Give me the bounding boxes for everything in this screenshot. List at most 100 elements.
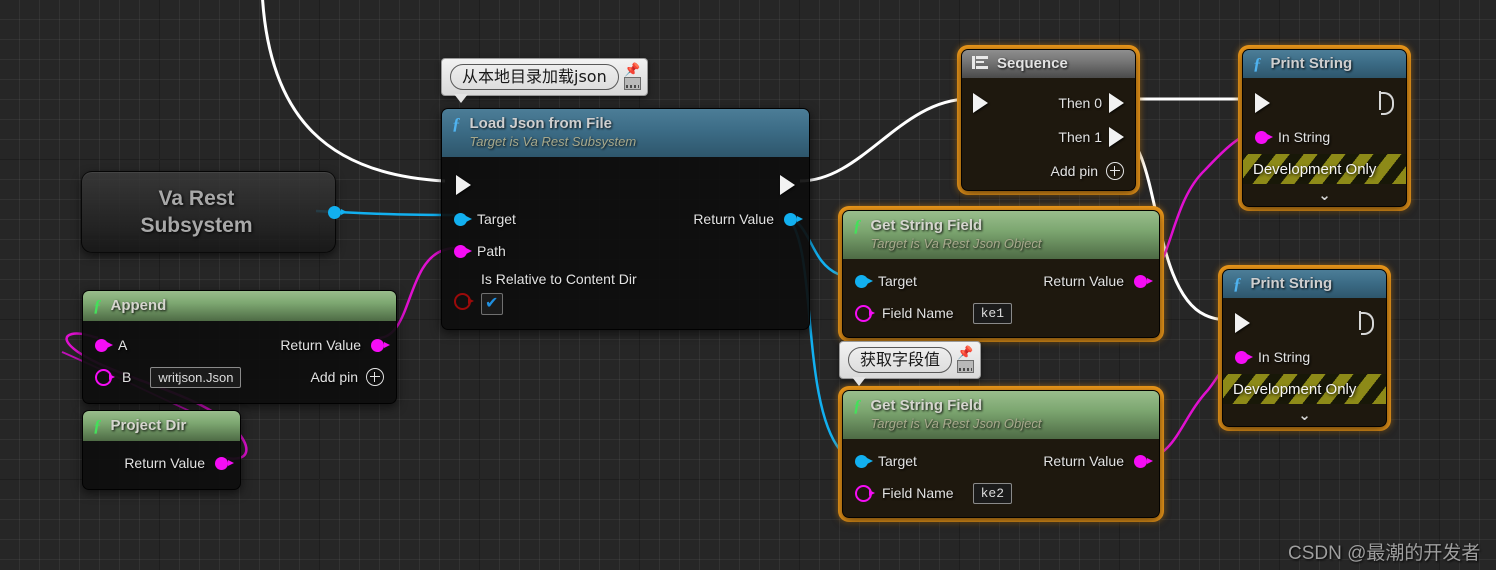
get-string-field-1-title: Get String Field <box>870 217 983 234</box>
va-rest-subsystem-output-pin[interactable] <box>328 205 347 219</box>
load-json-input-path[interactable]: Path <box>454 243 506 259</box>
function-icon: ƒ <box>1253 54 1262 73</box>
load-json-title: Load Json from File <box>469 115 613 132</box>
node-append[interactable]: ƒ Append A Return Value B writjson.Json … <box>82 290 397 404</box>
get-string-field-2-output-return-value[interactable]: Return Value <box>1043 453 1153 469</box>
string-pin-field-name-icon[interactable] <box>855 304 875 322</box>
plus-circle-icon[interactable] <box>1106 162 1124 180</box>
string-pin-field-name-icon[interactable] <box>855 484 875 502</box>
print-string-1-header: ƒ Print String <box>1243 50 1406 78</box>
append-row-a: A Return Value <box>83 329 396 361</box>
get-string-field-2-input-target[interactable]: Target <box>855 453 917 469</box>
print-string-2-input-in-string[interactable]: In String <box>1235 349 1310 365</box>
get-string-field-1-value-input[interactable]: ke1 <box>972 302 1012 324</box>
get-string-field-2-input-field-name[interactable]: Field Name ke2 <box>855 482 1012 504</box>
print-string-1-input-in-string[interactable]: In String <box>1255 129 1330 145</box>
get-string-field-1-header: ƒ Get String Field Target is Va Rest Jso… <box>843 211 1159 259</box>
object-pin-return-icon[interactable] <box>784 212 803 226</box>
load-json-output-return-value[interactable]: Return Value <box>693 211 803 227</box>
exec-wire-loadjson-to-sequence <box>799 97 969 183</box>
sequence-output-then0[interactable]: Then 0 <box>1058 93 1124 113</box>
string-pin-in-string-icon[interactable] <box>1255 130 1273 144</box>
development-only-label: Development Only <box>1253 160 1377 178</box>
object-pin-target-icon[interactable] <box>855 454 873 468</box>
node-print-string-2[interactable]: ƒ Print String In String Development Onl… <box>1218 265 1391 431</box>
append-b-label: B <box>122 369 132 385</box>
string-pin-path-icon[interactable] <box>454 244 472 258</box>
pin-icon[interactable]: 📌 <box>624 63 640 76</box>
load-json-input-target[interactable]: Target <box>454 211 516 227</box>
node-print-string-1[interactable]: ƒ Print String In String Development Onl… <box>1238 45 1411 211</box>
sequence-add-pin-button[interactable]: Add pin <box>962 162 1135 180</box>
node-project-dir[interactable]: ƒ Project Dir Return Value <box>82 410 241 490</box>
append-a-label: A <box>118 337 128 353</box>
get-string-field-2-row-field-name: Field Name ke2 <box>843 477 1159 509</box>
get-string-field-1-target-label: Target <box>878 273 917 289</box>
append-row-b: B writjson.Json Add pin <box>83 361 396 393</box>
is-relative-to-content-dir-checkbox[interactable]: ✔ <box>481 293 503 315</box>
exec-output-pin-then0[interactable] <box>1109 93 1124 113</box>
object-pin-target-icon[interactable] <box>454 212 472 226</box>
sequence-row-then0: Then 0 <box>962 86 1135 120</box>
print-string-2-row-in-string: In String <box>1223 340 1386 374</box>
append-output-return-value[interactable]: Return Value <box>280 337 390 353</box>
node-sequence[interactable]: Sequence Then 0 Then 1 Add pin <box>957 45 1140 195</box>
exec-input-pin[interactable] <box>1235 313 1250 333</box>
exec-input-pin[interactable] <box>973 93 988 113</box>
exec-output-pin-then1[interactable] <box>1109 127 1124 147</box>
exec-output-pin[interactable] <box>780 175 795 195</box>
sequence-then0-label: Then 0 <box>1058 95 1102 111</box>
sequence-output-then1[interactable]: Then 1 <box>1058 127 1124 147</box>
watermark: CSDN @最潮的开发者 <box>1288 543 1481 564</box>
append-input-a[interactable]: A <box>95 337 127 353</box>
string-pin-return-icon[interactable] <box>215 456 234 470</box>
sequence-then1-label: Then 1 <box>1058 129 1102 145</box>
node-va-rest-subsystem[interactable]: Va Rest Subsystem <box>81 171 347 253</box>
exec-input-pin[interactable] <box>1255 93 1270 113</box>
load-json-header: ƒ Load Json from File Target is Va Rest … <box>442 109 809 157</box>
string-pin-a-icon[interactable] <box>95 338 113 352</box>
project-dir-title: Project Dir <box>110 417 187 434</box>
development-only-label: Development Only <box>1233 380 1357 398</box>
string-pin-in-string-icon[interactable] <box>1235 350 1253 364</box>
plus-circle-icon[interactable] <box>366 368 384 386</box>
comment-bubble-icons[interactable]: 📌 <box>957 346 975 373</box>
get-string-field-1-input-field-name[interactable]: Field Name ke1 <box>855 302 1012 324</box>
exec-output-pin[interactable] <box>1358 311 1374 335</box>
append-title: Append <box>110 297 167 314</box>
keyboard-icon[interactable] <box>623 77 641 90</box>
exec-wire-into-load-json <box>261 0 446 183</box>
blueprint-canvas[interactable]: Va Rest Subsystem ƒ Append A Return Valu… <box>0 0 1496 570</box>
get-string-field-1-input-target[interactable]: Target <box>855 273 917 289</box>
keyboard-icon[interactable] <box>957 360 975 373</box>
exec-input-pin[interactable] <box>456 175 471 195</box>
sequence-header: Sequence <box>962 50 1135 78</box>
bool-pin-relative-icon[interactable] <box>454 293 474 310</box>
comment-bubble-icons[interactable]: 📌 <box>623 63 641 90</box>
string-pin-b-icon[interactable] <box>95 368 115 386</box>
print-string-1-expand-toggle[interactable]: ⌄ <box>1243 184 1406 206</box>
node-get-string-field-1[interactable]: ƒ Get String Field Target is Va Rest Jso… <box>838 206 1164 342</box>
object-pin-target-icon[interactable] <box>855 274 873 288</box>
load-json-return-label: Return Value <box>693 211 774 227</box>
node-load-json-from-file[interactable]: ƒ Load Json from File Target is Va Rest … <box>441 108 810 330</box>
project-dir-output-return-value[interactable]: Return Value <box>124 455 234 471</box>
comment-bubble-load-json[interactable]: 从本地目录加载json 📌 <box>441 58 648 103</box>
comment-bubble-get-field[interactable]: 获取字段值 📌 <box>839 341 982 386</box>
pin-icon[interactable]: 📌 <box>957 346 973 359</box>
print-string-2-expand-toggle[interactable]: ⌄ <box>1223 404 1386 426</box>
get-string-field-2-value-input[interactable]: ke2 <box>972 482 1012 504</box>
append-add-pin-button[interactable]: Add pin <box>311 368 384 386</box>
string-pin-return-icon[interactable] <box>1134 274 1153 288</box>
append-input-b[interactable]: B writjson.Json <box>95 366 242 388</box>
get-string-field-1-output-return-value[interactable]: Return Value <box>1043 273 1153 289</box>
string-pin-return-icon[interactable] <box>371 338 390 352</box>
print-string-2-header: ƒ Print String <box>1223 270 1386 298</box>
string-pin-return-icon[interactable] <box>1134 454 1153 468</box>
get-string-field-1-row-target: Target Return Value <box>843 265 1159 297</box>
print-string-1-development-only-banner: Development Only <box>1243 154 1406 184</box>
sequence-add-pin-label: Add pin <box>1050 163 1098 179</box>
exec-output-pin[interactable] <box>1378 91 1394 115</box>
node-get-string-field-2[interactable]: ƒ Get String Field Target is Va Rest Jso… <box>838 386 1164 522</box>
append-b-value-input[interactable]: writjson.Json <box>150 366 242 388</box>
